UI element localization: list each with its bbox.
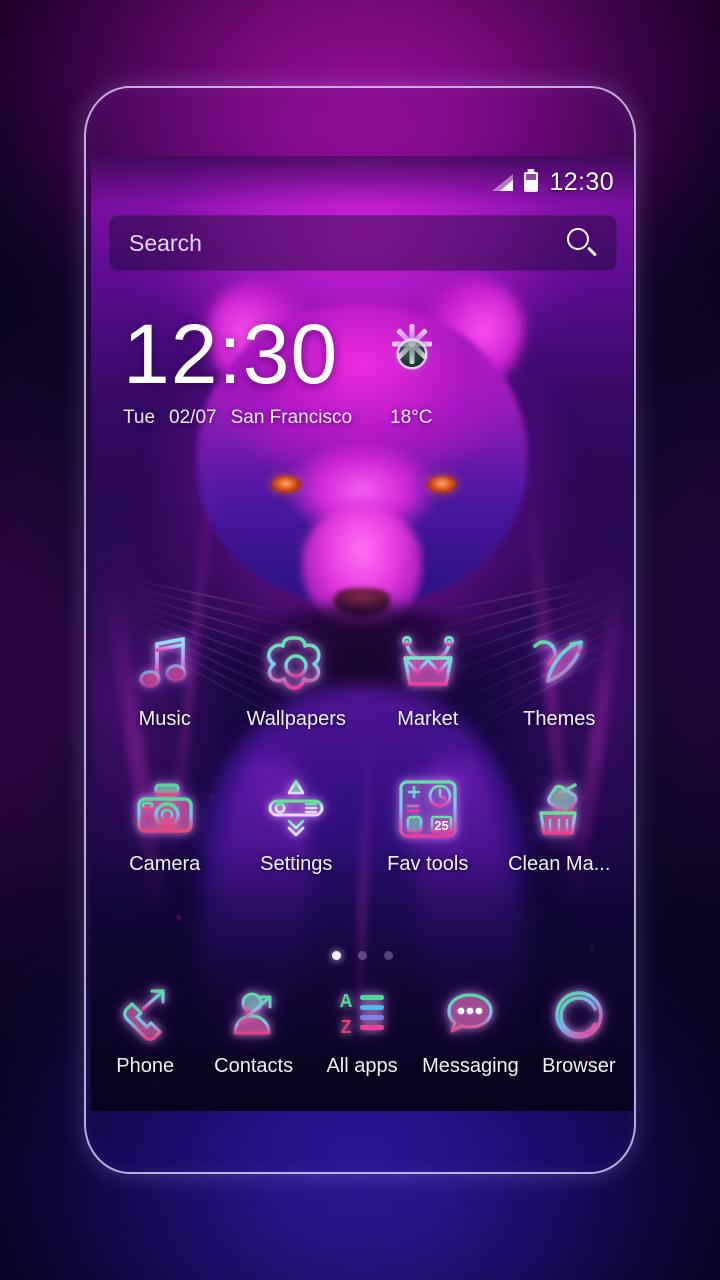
app-icon-themes[interactable]: Themes (494, 628, 626, 731)
chat-bubble-icon (438, 983, 502, 1047)
dock-item-phone[interactable]: Phone (91, 983, 199, 1078)
status-bar-time: 12:30 (549, 167, 614, 196)
svg-text:25: 25 (434, 818, 448, 833)
app-icon-settings[interactable]: Settings (231, 773, 363, 876)
crown-bag-icon (392, 628, 464, 700)
app-label: Camera (129, 853, 201, 875)
app-label: Market (397, 708, 459, 730)
app-icon-music[interactable]: Music (99, 628, 231, 731)
app-label: Clean Ma... (508, 853, 611, 875)
wallpaper-spark (591, 946, 593, 948)
contacts-person-icon (222, 983, 286, 1047)
dock-label: Messaging (422, 1055, 519, 1077)
music-note-icon (129, 628, 201, 700)
app-grid-row-2: Camera Settings 25 Fav tools Clean Ma... (99, 773, 625, 876)
paint-brush-icon (523, 628, 595, 700)
dock-label: Contacts (214, 1055, 294, 1077)
clock-widget-date: 02/07 (169, 407, 217, 428)
tiger-eye-left (271, 476, 301, 493)
status-bar: 12:30 (91, 156, 633, 208)
dock-label: Browser (542, 1055, 616, 1077)
toolbox-grid-icon: 25 (392, 773, 464, 845)
clock-widget-city: San Francisco (230, 407, 353, 428)
dock-label: Phone (116, 1055, 175, 1077)
sun-icon[interactable] (391, 324, 433, 375)
app-label: Settings (260, 853, 333, 875)
signal-bars-icon (491, 173, 514, 191)
dock-item-browser[interactable]: Browser (525, 983, 633, 1078)
app-icon-fav-tools[interactable]: 25 Fav tools (362, 773, 494, 876)
all-apps-list-icon: A Z (330, 983, 394, 1047)
phone-frame: 12:30 12:30 Tue 02/07 San Francisco 18°C (84, 86, 636, 1174)
dock: Phone Contacts A Z All apps Messaging Br… (91, 969, 633, 1105)
page-dot[interactable] (383, 951, 393, 960)
app-grid: Music Wallpapers Market Themes Camera Se… (99, 628, 625, 876)
search-input[interactable] (129, 229, 567, 257)
page-dot[interactable] (357, 951, 367, 960)
dock-item-messaging[interactable]: Messaging (416, 983, 524, 1078)
app-icon-wallpapers[interactable]: Wallpapers (231, 628, 363, 731)
dock-item-contacts[interactable]: Contacts (199, 983, 307, 1078)
phone-screen: 12:30 12:30 Tue 02/07 San Francisco 18°C (91, 156, 633, 1111)
browser-e-icon (547, 983, 611, 1047)
wallpaper-spark (177, 916, 180, 919)
app-icon-clean-master[interactable]: Clean Ma... (494, 773, 626, 876)
app-icon-market[interactable]: Market (362, 628, 494, 731)
clock-widget-subline: Tue 02/07 San Francisco 18°C (123, 407, 543, 429)
search-icon[interactable] (567, 228, 597, 258)
dock-item-all-apps[interactable]: A Z All apps (308, 983, 416, 1078)
clock-widget-day: Tue (123, 407, 156, 428)
svg-text:Z: Z (341, 1017, 352, 1037)
dock-label: All apps (326, 1055, 398, 1077)
app-label: Music (138, 708, 191, 730)
phone-handset-icon (113, 983, 177, 1047)
page-dot[interactable] (331, 951, 341, 960)
page-indicator[interactable] (91, 951, 633, 960)
tiger-eye-right (427, 476, 457, 493)
app-icon-camera[interactable]: Camera (99, 773, 231, 876)
search-bar[interactable] (109, 215, 617, 271)
app-label: Wallpapers (246, 708, 346, 730)
broom-icon (523, 773, 595, 845)
app-label: Fav tools (387, 853, 469, 875)
battery-icon (524, 172, 539, 192)
camera-icon (129, 773, 201, 845)
clock-widget-temperature: 18°C (390, 407, 433, 428)
arrow-slider-icon (260, 773, 332, 845)
svg-text:A: A (340, 991, 353, 1011)
app-label: Themes (523, 708, 596, 730)
flower-icon (260, 628, 332, 700)
clock-widget-time: 12:30 (123, 307, 339, 401)
app-grid-row-1: Music Wallpapers Market Themes (99, 628, 625, 731)
clock-widget[interactable]: 12:30 Tue 02/07 San Francisco 18°C (123, 311, 543, 429)
